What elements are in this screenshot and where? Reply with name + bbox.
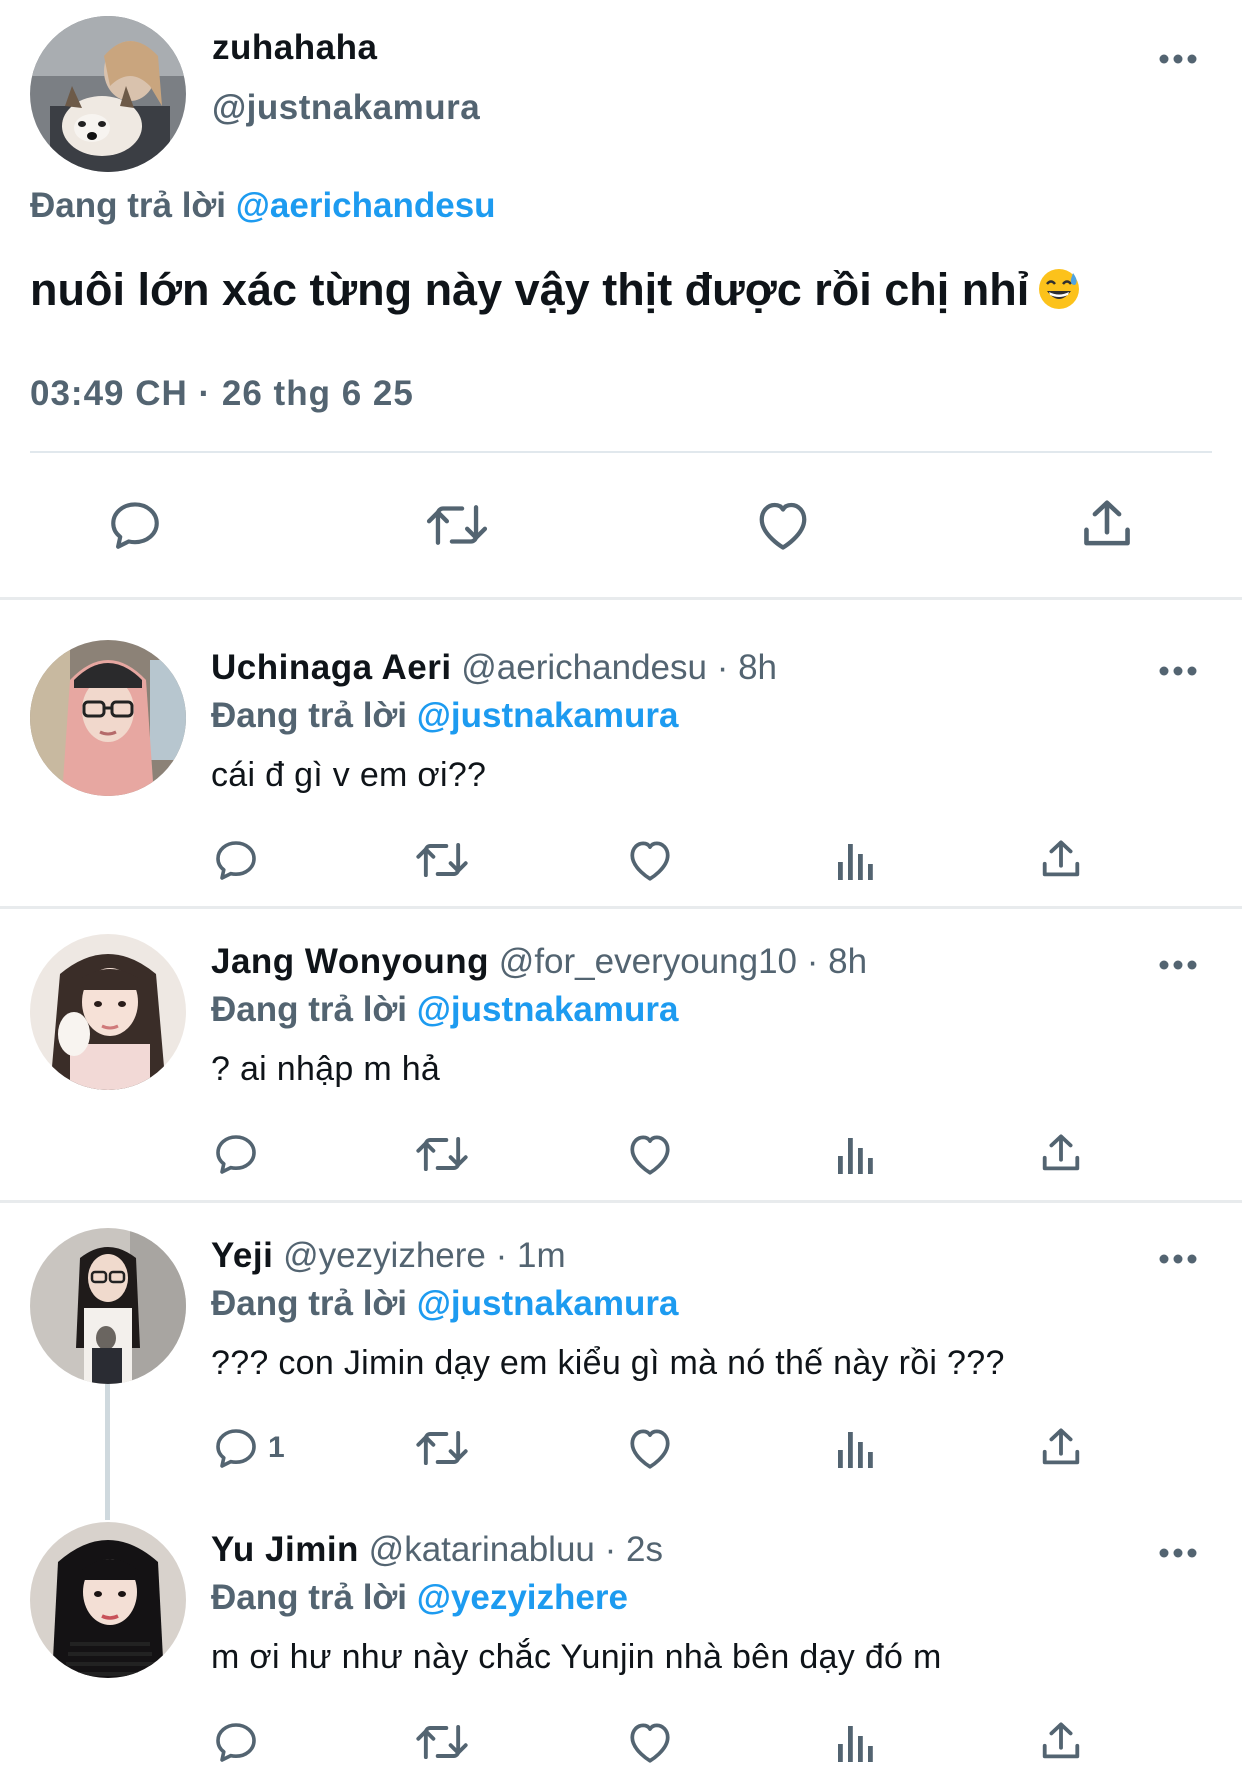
handle-and-time[interactable]: @for_everyoung10 · 8h xyxy=(499,942,867,981)
handle-and-time[interactable]: @aerichandesu · 8h xyxy=(461,648,777,687)
section-separator xyxy=(0,597,1242,600)
like-icon[interactable] xyxy=(625,1712,675,1772)
mention-link[interactable]: @justnakamura xyxy=(417,990,679,1029)
replying-to: Đang trả lời @justnakamura xyxy=(211,1284,678,1324)
display-name[interactable]: Yu Jimin xyxy=(211,1530,359,1569)
main-tweet: zuhahaha @justnakamura Đang trả lời @aer… xyxy=(0,0,1242,598)
retweet-icon[interactable] xyxy=(414,1124,470,1184)
reply-icon[interactable] xyxy=(212,1124,268,1184)
more-icon[interactable] xyxy=(1158,1252,1198,1266)
retweet-icon[interactable] xyxy=(414,1712,470,1772)
replying-to-label: Đang trả lời xyxy=(211,696,408,735)
like-icon[interactable] xyxy=(625,1124,675,1184)
display-name[interactable]: Jang Wonyoung xyxy=(211,942,489,981)
reply-header: Yu Jimin @katarinabluu · 2s xyxy=(211,1530,663,1570)
avatar[interactable] xyxy=(30,934,186,1090)
mention-link[interactable]: @justnakamura xyxy=(417,696,679,735)
section-separator xyxy=(0,1200,1242,1203)
views-icon[interactable] xyxy=(834,1124,878,1184)
reply-header: Yeji @yezyizhere · 1m xyxy=(211,1236,566,1276)
tweet-text-body: nuôi lớn xác từng này vậy thịt được rồi … xyxy=(30,264,1030,315)
reply-actions xyxy=(0,830,1242,890)
like-icon[interactable] xyxy=(625,1418,675,1478)
replying-to: Đang trả lời @aerichandesu xyxy=(30,186,496,226)
replying-to-label: Đang trả lời xyxy=(30,186,227,225)
tweet-text: nuôi lớn xác từng này vậy thịt được rồi … xyxy=(30,264,1081,316)
reply-actions xyxy=(0,1124,1242,1184)
reply-actions xyxy=(0,1712,1242,1772)
share-icon[interactable] xyxy=(1072,490,1142,560)
tweet-actions xyxy=(0,490,1242,560)
more-icon[interactable] xyxy=(1158,52,1198,66)
tweet-timestamp[interactable]: 03:49 CH · 26 thg 6 25 xyxy=(30,374,414,414)
mention-link[interactable]: @yezyizhere xyxy=(417,1578,628,1617)
more-icon[interactable] xyxy=(1158,1546,1198,1560)
section-separator xyxy=(0,906,1242,909)
share-icon[interactable] xyxy=(1038,1712,1084,1772)
reply-icon[interactable] xyxy=(100,490,170,560)
reply-tweet[interactable]: Yu Jimin @katarinabluu · 2s Đang trả lời… xyxy=(0,1522,1242,1784)
grinning-sweat-emoji-icon xyxy=(1037,267,1081,311)
divider xyxy=(30,451,1212,453)
replying-to-label: Đang trả lời xyxy=(211,1578,408,1617)
reply-header: Uchinaga Aeri @aerichandesu · 8h xyxy=(211,648,777,688)
like-icon[interactable] xyxy=(748,490,818,560)
reply-text: cái đ gì v em ơi?? xyxy=(211,756,487,794)
views-icon[interactable] xyxy=(834,830,878,890)
reply-text: m ơi hư như này chắc Yunjin nhà bên dạy … xyxy=(211,1638,942,1676)
replying-to: Đang trả lời @justnakamura xyxy=(211,990,678,1030)
reply-icon[interactable]: 1 xyxy=(212,1418,285,1478)
reply-text: ? ai nhập m hả xyxy=(211,1050,441,1088)
retweet-icon[interactable] xyxy=(422,490,492,560)
like-icon[interactable] xyxy=(625,830,675,890)
mention-link[interactable]: @justnakamura xyxy=(417,1284,679,1323)
more-icon[interactable] xyxy=(1158,958,1198,972)
display-name[interactable]: zuhahaha xyxy=(212,28,377,68)
reply-tweet[interactable]: Yeji @yezyizhere · 1m Đang trả lời @just… xyxy=(0,1228,1242,1488)
retweet-icon[interactable] xyxy=(414,830,470,890)
reply-icon[interactable] xyxy=(212,830,268,890)
replying-to-label: Đang trả lời xyxy=(211,990,408,1029)
avatar[interactable] xyxy=(30,1228,186,1384)
mention-link[interactable]: @aerichandesu xyxy=(236,186,496,225)
avatar[interactable] xyxy=(30,16,186,172)
reply-actions: 1 xyxy=(0,1418,1242,1478)
handle-and-time[interactable]: @katarinabluu · 2s xyxy=(369,1530,663,1569)
replying-to-label: Đang trả lời xyxy=(211,1284,408,1323)
more-icon[interactable] xyxy=(1158,664,1198,678)
reply-tweet[interactable]: Jang Wonyoung @for_everyoung10 · 8h Đang… xyxy=(0,934,1242,1194)
share-icon[interactable] xyxy=(1038,1418,1084,1478)
views-icon[interactable] xyxy=(834,1418,878,1478)
reply-icon[interactable] xyxy=(212,1712,268,1772)
handle-and-time[interactable]: @yezyizhere · 1m xyxy=(283,1236,566,1275)
user-handle[interactable]: @justnakamura xyxy=(212,88,480,128)
share-icon[interactable] xyxy=(1038,1124,1084,1184)
replying-to: Đang trả lời @yezyizhere xyxy=(211,1578,628,1618)
reply-header: Jang Wonyoung @for_everyoung10 · 8h xyxy=(211,942,867,982)
display-name[interactable]: Yeji xyxy=(211,1236,273,1275)
reply-tweet[interactable]: Uchinaga Aeri @aerichandesu · 8h Đang tr… xyxy=(0,640,1242,900)
avatar[interactable] xyxy=(30,1522,186,1678)
reply-text: ??? con Jimin dạy em kiểu gì mà nó thế n… xyxy=(211,1344,1005,1382)
reply-count: 1 xyxy=(268,1431,285,1464)
retweet-icon[interactable] xyxy=(414,1418,470,1478)
replying-to: Đang trả lời @justnakamura xyxy=(211,696,678,736)
share-icon[interactable] xyxy=(1038,830,1084,890)
display-name[interactable]: Uchinaga Aeri xyxy=(211,648,452,687)
views-icon[interactable] xyxy=(834,1712,878,1772)
avatar[interactable] xyxy=(30,640,186,796)
